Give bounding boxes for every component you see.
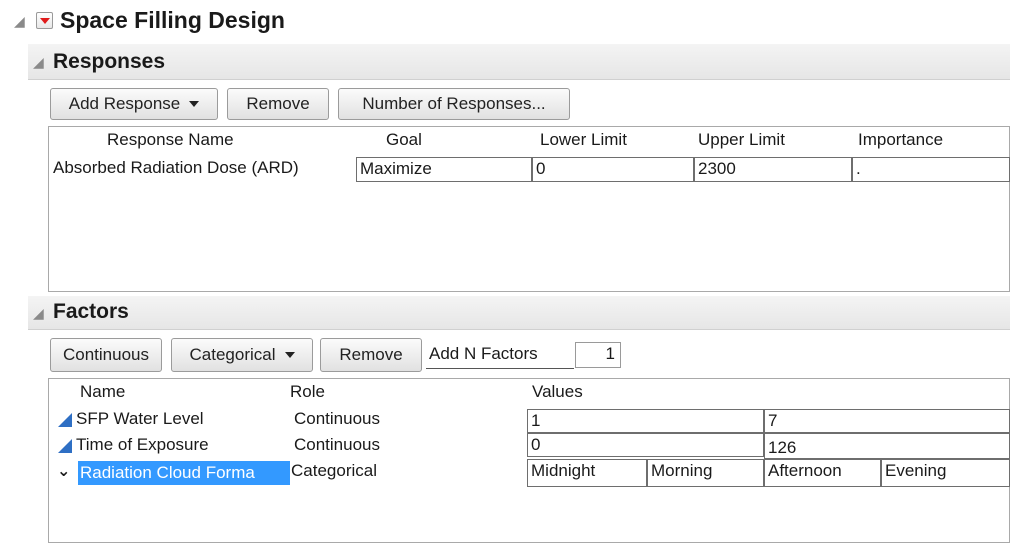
factor-level-3[interactable]: Afternoon — [764, 459, 881, 487]
page-title: Space Filling Design — [60, 7, 285, 33]
factor-name-radiation-cloud[interactable]: Radiation Cloud Forma — [78, 461, 290, 485]
col-values: Values — [532, 382, 583, 401]
response-name[interactable]: Absorbed Radiation Dose (ARD) — [53, 158, 299, 178]
factors-disclosure-icon[interactable]: ◢ — [33, 306, 44, 320]
factor-level-4[interactable]: Evening — [881, 459, 1010, 487]
add-n-factors-underline — [426, 368, 574, 369]
add-response-button[interactable]: Add Response — [50, 88, 218, 120]
response-goal-field[interactable]: Maximize — [356, 157, 532, 182]
factor-role: Categorical — [291, 461, 377, 480]
factor-role: Continuous — [294, 435, 381, 454]
col-role: Role — [290, 382, 325, 401]
col-importance: Importance — [858, 130, 944, 149]
factor-value-high[interactable]: 7 — [764, 409, 1010, 433]
col-name: Name — [80, 382, 126, 401]
factors-title: Factors — [53, 300, 129, 323]
remove-factor-label: Remove — [339, 345, 403, 364]
factor-level-2[interactable]: Morning — [647, 459, 764, 487]
factor-level-1[interactable]: Midnight — [527, 459, 647, 487]
remove-response-button[interactable]: Remove — [227, 88, 329, 120]
number-of-responses-label: Number of Responses... — [362, 94, 546, 113]
categorical-button[interactable]: Categorical — [171, 338, 313, 372]
factor-value-high[interactable]: 126 — [764, 433, 1010, 459]
continuous-factor-icon — [58, 439, 72, 453]
collapse-disclosure-icon[interactable]: ◢ — [14, 14, 25, 28]
remove-factor-button[interactable]: Remove — [320, 338, 422, 372]
responses-disclosure-icon[interactable]: ◢ — [33, 55, 44, 69]
factor-name-sfp-water-level[interactable]: SFP Water Level — [76, 409, 204, 429]
col-upper-limit: Upper Limit — [698, 130, 785, 149]
red-triangle-menu-button[interactable] — [36, 12, 53, 29]
continuous-factor-icon — [58, 413, 72, 427]
chevron-down-icon — [189, 101, 200, 107]
factors-header-bar — [28, 296, 1010, 330]
remove-response-label: Remove — [246, 94, 310, 113]
response-importance-field[interactable]: . — [852, 157, 1010, 182]
red-triangle-icon — [39, 17, 50, 24]
factor-role: Continuous — [294, 409, 381, 428]
response-upper-limit-field[interactable]: 2300 — [694, 157, 852, 182]
factor-value-low[interactable]: 0 — [527, 433, 764, 457]
continuous-button[interactable]: Continuous — [50, 338, 162, 372]
number-of-responses-button[interactable]: Number of Responses... — [338, 88, 570, 120]
response-lower-limit-field[interactable]: 0 — [532, 157, 694, 182]
chevron-down-icon[interactable]: ⌄ — [57, 464, 70, 480]
continuous-label: Continuous — [62, 345, 149, 364]
add-n-factors-input[interactable]: 1 — [575, 342, 621, 368]
add-response-label: Add Response — [68, 94, 181, 113]
chevron-down-icon — [284, 352, 295, 358]
factor-value-low[interactable]: 1 — [527, 409, 764, 433]
factor-name-time-of-exposure[interactable]: Time of Exposure — [76, 435, 209, 455]
col-response-name: Response Name — [107, 130, 234, 149]
responses-title: Responses — [53, 50, 166, 73]
categorical-label: Categorical — [189, 345, 276, 364]
responses-table — [48, 126, 1010, 292]
col-lower-limit: Lower Limit — [540, 130, 627, 149]
responses-header-bar — [28, 44, 1010, 80]
add-n-factors-label: Add N Factors — [429, 344, 538, 363]
col-goal: Goal — [386, 130, 422, 149]
